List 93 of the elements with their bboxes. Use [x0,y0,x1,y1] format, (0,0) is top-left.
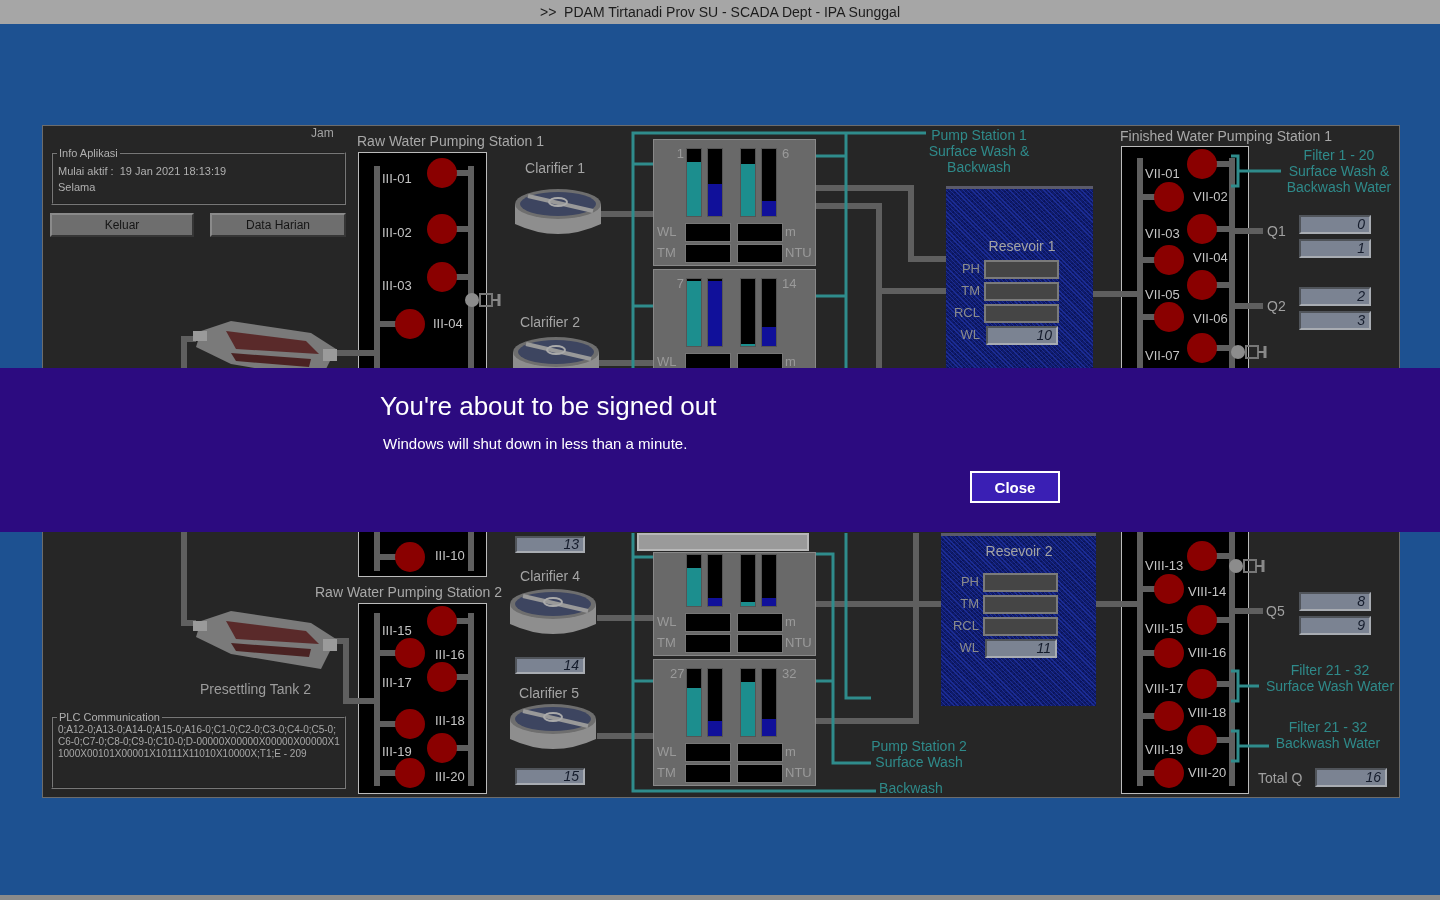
readout-field [685,764,731,783]
field-label: TM [960,282,980,300]
exit-button[interactable]: Keluar [50,213,194,237]
pump-label: VII-06 [1193,311,1228,327]
readout-field: 3 [1299,311,1371,330]
station-title: Finished Water Pumping Station 1 [1120,128,1332,144]
meter-label: Q1 [1267,223,1286,239]
pump-label: VII-04 [1193,250,1228,266]
readout-field: 2 [1299,287,1371,306]
pump-label: VIII-14 [1188,584,1227,600]
valve-icon [1227,557,1265,575]
clarifier-label: Clarifier 2 [520,314,580,330]
pump-label: III-10 [435,548,465,564]
close-button[interactable]: Close [970,471,1060,503]
group-legend: PLC Communication [57,711,162,724]
pump-label: VII-01 [1145,166,1180,182]
reservoir-title: Resevoir 1 [988,238,1056,254]
station-title: Raw Water Pumping Station 2 [315,584,502,600]
dialog-title: You're about to be signed out [380,390,718,422]
pump-label: VII-03 [1145,226,1180,242]
pump-label: VIII-20 [1188,765,1227,781]
info-text: Selama [58,180,96,194]
meter-label: Q5 [1266,603,1285,619]
clarifier-label: Clarifier 5 [519,685,579,701]
readout-field [685,223,731,242]
pump-label: VIII-19 [1145,742,1184,758]
pump-label: VIII-18 [1188,705,1227,721]
field-label: WL [959,326,980,344]
clarifier-label: Clarifier 4 [520,568,580,584]
pump-label: VII-05 [1145,287,1180,303]
meter-label: Q2 [1267,298,1286,314]
line-label: Pump Station 2 Surface Wash [871,738,967,770]
readout-field [685,743,731,762]
pump-label: III-18 [435,713,465,729]
readout-field [737,244,783,263]
readout-field [685,244,731,263]
pump-label: III-15 [382,623,412,639]
station-title: Raw Water Pumping Station 1 [357,133,544,149]
readout-field [737,613,783,632]
valve-icon [463,291,501,309]
pump-label: VII-02 [1193,189,1228,205]
field-label: PH [959,573,979,591]
readout-field: 8 [1299,592,1371,611]
field-label: RCL [953,304,980,322]
pump-label: III-03 [382,278,412,294]
line-label: Filter 21 - 32 Backwash Water [1275,719,1381,751]
readout-field [737,743,783,762]
pump-label: III-01 [382,171,412,187]
plc-text: 0;A12-0;A13-0;A14-0;A15-0;A16-0;C1-0;C2-0;C3-0;C4-0;C5-0;C6-0;C7-0;C8-0;C9-0;C10-0;D-00000X00000X00000X00000X11000X00101X00001X10111X11010X10000X;T1;E - 209 [58,724,340,760]
readout-field [685,613,731,632]
pump-label: III-16 [435,647,465,663]
group-legend: Info Aplikasi [57,147,120,160]
line-label: Pump Station 1 Surface Wash & Backwash [928,127,1030,175]
readout-field [737,634,783,653]
total-label: Total Q [1258,770,1303,786]
pump-label: III-04 [433,316,463,332]
field-label: RCL [952,617,979,635]
readout-field: 13 [515,536,585,553]
dialog-message: Windows will shut down in less than a minute. [382,435,689,453]
daily-data-button[interactable]: Data Harian [210,213,346,237]
readout-field: 15 [515,768,585,785]
readout-field [685,634,731,653]
pump-label: III-20 [435,769,465,785]
pump-label: III-19 [382,744,412,760]
field-label: WL [958,639,979,657]
reservoir-title: Resevoir 2 [985,543,1053,559]
line-label: Filter 21 - 32 Surface Wash Water [1265,662,1395,694]
pump-label: VII-07 [1145,348,1180,364]
window-title: >> PDAM Tirtanadi Prov SU - SCADA Dept - IPA Sunggal [540,4,900,20]
pump-label: III-02 [382,225,412,241]
readout-field: 1 [1299,239,1371,258]
line-label: Filter 1 - 20 Surface Wash & Backwash Water [1286,147,1392,195]
readout-field [737,223,783,242]
tank-label: Presettling Tank 2 [200,681,312,697]
valve-icon [1229,343,1267,361]
readout-field: 10 [986,326,1058,345]
field-label: PH [960,260,980,278]
line-label: Backwash [879,780,943,796]
pump-label: III-17 [382,675,412,691]
readout-field: 16 [1315,768,1387,787]
readout-field: 9 [1299,616,1371,635]
readout-field: 0 [1299,215,1371,234]
readout-field: 14 [515,657,585,674]
clarifier-label: Clarifier 1 [525,160,585,176]
clock-label: Jam [311,126,334,141]
readout-field [737,764,783,783]
field-label: TM [959,595,979,613]
pump-label: VIII-16 [1188,645,1227,661]
pump-label: VIII-13 [1145,558,1184,574]
readout-field: 11 [985,639,1057,658]
info-text: Mulai aktif : 19 Jan 2021 18:13:19 [58,164,227,178]
pump-label: VIII-15 [1145,621,1184,637]
pump-label: VIII-17 [1145,681,1184,697]
